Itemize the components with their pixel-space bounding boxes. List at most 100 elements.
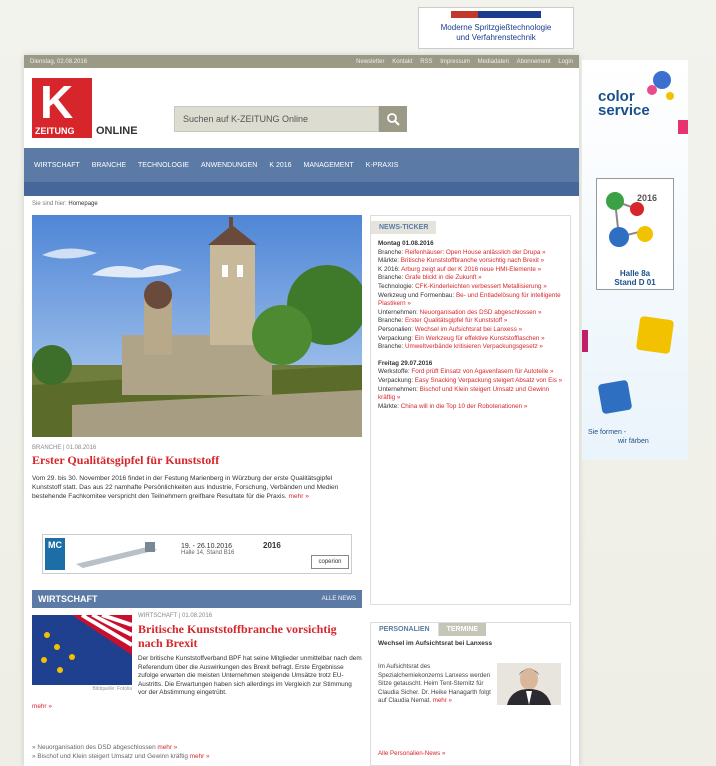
- ticker-item-category: K 2016:: [378, 265, 400, 273]
- personalien-all-link[interactable]: Alle Personalien-News »: [378, 750, 445, 757]
- ticker-item[interactable]: Branche: Reifenhäuser: Open House anläss…: [378, 249, 563, 258]
- list-item-more[interactable]: mehr »: [190, 753, 210, 760]
- list-item-more[interactable]: mehr »: [157, 744, 177, 751]
- site-header: K ZEITUNG ONLINE Suchen auf K-ZEITUNG On…: [24, 68, 579, 148]
- personalien-tabs: PERSONALIEN TERMINE: [371, 623, 570, 636]
- personalien-more-link[interactable]: mehr »: [433, 697, 452, 704]
- lead-headline[interactable]: Erster Qualitätsgipfel für Kunststoff: [32, 453, 362, 468]
- extruder-icon: [76, 542, 157, 568]
- person-photo: [497, 663, 561, 705]
- fortress-photo: [32, 215, 362, 437]
- section-title[interactable]: WIRTSCHAFT: [38, 594, 98, 604]
- skyscraper-ad[interactable]: color service 2016 Halle 8a Stand D 01 S…: [582, 60, 688, 460]
- top-banner-ad[interactable]: Moderne Spritzgießtechnologie und Verfah…: [418, 7, 574, 49]
- ticker-item-link[interactable]: CFK-Kinderleichten verbessert Metallisie…: [415, 283, 547, 290]
- lead-image[interactable]: [32, 215, 362, 437]
- ticker-item[interactable]: Branche: Grafe blickt in die Zukunft »: [378, 274, 563, 283]
- nav-k2016[interactable]: K 2016: [269, 162, 291, 169]
- nav-wirtschaft[interactable]: WIRTSCHAFT: [34, 162, 80, 169]
- portrait-image[interactable]: [497, 663, 561, 705]
- badge-year: 2016: [637, 193, 658, 203]
- search-input[interactable]: Suchen auf K-ZEITUNG Online: [174, 106, 379, 132]
- fair-banner-ad[interactable]: MC 19. - 26.10.2016 Halle 14, Stand B16 2…: [42, 534, 352, 574]
- article2-headline[interactable]: Britische Kunststoffbranche vorsichtig n…: [138, 622, 362, 650]
- personalien-box: PERSONALIEN TERMINE Wechsel im Aufsichts…: [370, 622, 571, 766]
- ticker-item-link[interactable]: Ein Werkzeug für effektive Kunststofflas…: [415, 335, 545, 342]
- ticker-item-link[interactable]: Umweltverbände kritisieren Verpackungsge…: [405, 343, 543, 350]
- ticker-item[interactable]: K 2016: Arburg zeigt auf der K 2016 neue…: [378, 266, 563, 275]
- ticker-item[interactable]: Unternehmen: Bischof und Klein steigert …: [378, 386, 563, 403]
- breadcrumb-current[interactable]: Homepage: [68, 201, 97, 207]
- nav-technologie[interactable]: TECHNOLOGIE: [138, 162, 189, 169]
- slogan-line-2: wir färben: [618, 438, 649, 445]
- ticker-item[interactable]: Verpackung: Easy Snacking Verpackung ste…: [378, 377, 563, 386]
- ticker-item-link[interactable]: Neuorganisation des DSD abgeschlossen »: [420, 309, 542, 316]
- ticker-item-category: Unternehmen:: [378, 308, 418, 316]
- ticker-item[interactable]: Verpackung: Ein Werkzeug für effektive K…: [378, 335, 563, 344]
- search-icon: [387, 113, 400, 126]
- ticker-item-category: Verpackung:: [378, 334, 414, 342]
- article2-meta: WIRTSCHAFT | 01.08.2016: [138, 613, 213, 619]
- nav-branche[interactable]: BRANCHE: [92, 162, 126, 169]
- ticker-item-link[interactable]: Arburg zeigt auf der K 2016 neue HMI-Ele…: [401, 266, 541, 273]
- ticker-item[interactable]: Werkstoffe: Ford prüft Einsatz von Agave…: [378, 368, 563, 377]
- stand-info: Halle 8a Stand D 01: [597, 269, 673, 287]
- article2-more-link[interactable]: mehr »: [32, 703, 52, 710]
- related-news-list: » Neuorganisation des DSD abgeschlossen …: [32, 743, 362, 761]
- ad-logo: [451, 11, 541, 18]
- tab-termine[interactable]: TERMINE: [438, 623, 487, 636]
- ticker-item[interactable]: Unternehmen: Neuorganisation des DSD abg…: [378, 309, 563, 318]
- ticker-item-link[interactable]: Britische Kunststoffbranche vorsichtig n…: [401, 257, 544, 264]
- top-link-mediadaten[interactable]: Mediadaten: [478, 59, 509, 65]
- ticker-item-link[interactable]: Reifenhäuser: Open House anlässlich der …: [405, 249, 546, 256]
- nav-management[interactable]: MANAGEMENT: [304, 162, 354, 169]
- top-link-impressum[interactable]: Impressum: [440, 59, 470, 65]
- ticker-item-category: Branche:: [378, 248, 404, 256]
- ticker-item-link[interactable]: China will in die Top 10 der Robotenatio…: [401, 403, 528, 410]
- ticker-item[interactable]: Werkzeug und Formenbau: Be- und Entladel…: [378, 292, 563, 309]
- ticker-item-link[interactable]: Erster Qualitätsgipfel für Kunststoff »: [405, 317, 507, 324]
- nav-anwendungen[interactable]: ANWENDUNGEN: [201, 162, 257, 169]
- top-link-login[interactable]: Login: [558, 59, 573, 65]
- ticker-item-link[interactable]: Ford prüft Einsatz von Agavenfasern für …: [411, 368, 553, 375]
- logo-letter: K: [40, 76, 74, 128]
- search-button[interactable]: [379, 106, 407, 132]
- top-link-abonnement[interactable]: Abonnement: [517, 59, 551, 65]
- list-item[interactable]: » Neuorganisation des DSD abgeschlossen …: [32, 743, 362, 752]
- ticker-item-link[interactable]: Wechsel im Aufsichtsrat bei Lanxess »: [415, 326, 522, 333]
- list-item[interactable]: » Bischof und Klein steigert Umsatz und …: [32, 752, 362, 761]
- lead-meta: BRANCHE | 01.08.2016: [32, 445, 97, 451]
- top-link-rss[interactable]: RSS: [420, 59, 432, 65]
- ticker-item[interactable]: Personalien: Wechsel im Aufsichtsrat bei…: [378, 326, 563, 335]
- ticker-item-category: Märkte:: [378, 402, 399, 410]
- ticker-item-category: Personalien:: [378, 325, 414, 333]
- ticker-item[interactable]: Märkte: China will in die Top 10 der Rob…: [378, 403, 563, 412]
- fair-dates: 19. - 26.10.2016 Halle 14, Stand B16: [181, 543, 234, 556]
- top-link-newsletter[interactable]: Newsletter: [356, 59, 384, 65]
- ticker-item[interactable]: Technologie: CFK-Kinderleichten verbesse…: [378, 283, 563, 292]
- tab-personalien[interactable]: PERSONALIEN: [371, 623, 439, 636]
- ticker-item-category: Werkzeug und Formenbau:: [378, 291, 455, 299]
- nav-k-praxis[interactable]: K-PRAXIS: [366, 162, 399, 169]
- article2-text: Der britische Kunststoffverband BPF hat …: [138, 655, 362, 697]
- site-page: Dienstag, 02.08.2016 Newsletter Kontakt …: [24, 55, 579, 766]
- article-brexit: WIRTSCHAFT | 01.08.2016 Britische Kunsts…: [138, 613, 362, 698]
- lead-more-link[interactable]: mehr »: [288, 493, 309, 500]
- brexit-image[interactable]: [32, 615, 132, 685]
- tab-news-ticker[interactable]: NEWS-TICKER: [371, 221, 437, 234]
- top-bar: Dienstag, 02.08.2016 Newsletter Kontakt …: [24, 55, 579, 68]
- eu-uk-flag-photo: [32, 615, 132, 685]
- personalien-teaser: Im Aufsichtsrat des Spezialchemiekonzern…: [378, 663, 493, 706]
- ticker-item[interactable]: Branche: Umweltverbände kritisieren Verp…: [378, 343, 563, 352]
- ad-line-1: Moderne Spritzgießtechnologie: [440, 23, 552, 32]
- personalien-headline[interactable]: Wechsel im Aufsichtsrat bei Lanxess: [378, 640, 563, 647]
- section-all-news-link[interactable]: ALLE NEWS: [322, 590, 356, 608]
- fair-date-range: 19. - 26.10.2016: [181, 543, 232, 550]
- k-zeitung-logo[interactable]: K ZEITUNG: [32, 78, 92, 138]
- ticker-item[interactable]: Märkte: Britische Kunststoffbranche vors…: [378, 257, 563, 266]
- breadcrumb: Sie sind hier: Homepage: [24, 196, 579, 212]
- top-link-kontakt[interactable]: Kontakt: [392, 59, 412, 65]
- ticker-item[interactable]: Branche: Erster Qualitätsgipfel für Kuns…: [378, 317, 563, 326]
- ticker-item-link[interactable]: Easy Snacking Verpackung steigert Absatz…: [415, 377, 562, 384]
- ticker-item-link[interactable]: Grafe blickt in die Zukunft »: [405, 274, 482, 281]
